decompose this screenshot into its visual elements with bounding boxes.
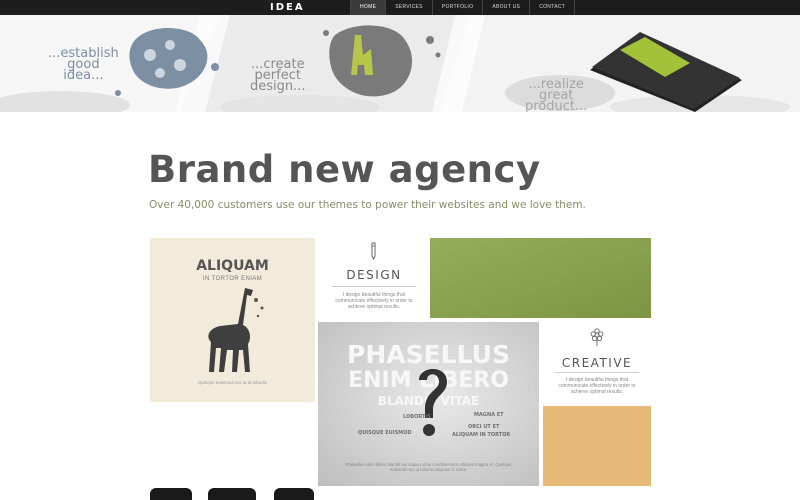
- tile-word-aliquam: ALIQUAM IN TORTOR: [452, 432, 511, 438]
- service-title: DESIGN: [346, 268, 402, 282]
- tile-word-magna: MAGNA ET: [474, 412, 504, 418]
- tile-subtitle: IN TORTOR ENIAM: [202, 276, 263, 282]
- flower-icon: [590, 328, 604, 346]
- hero-slider[interactable]: ...establish good idea... ...create perf…: [0, 15, 800, 112]
- tile-word-lobortis: LOBORTIS: [403, 414, 431, 420]
- slider-slogan-2: ...create perfect design...: [250, 57, 306, 94]
- nav-item-services[interactable]: SERVICES: [386, 0, 433, 15]
- nav-item-about-us[interactable]: ABOUT US: [483, 0, 531, 15]
- service-tile-creative[interactable]: CREATIVE I design beautiful things that …: [543, 323, 651, 405]
- page-subheadline: Over 40,000 customers use our themes to …: [149, 199, 586, 211]
- tile-caption: Phasellus enim libero blandit vel sapien…: [345, 462, 512, 472]
- giraffe-illustration: [208, 288, 264, 372]
- nav-item-home[interactable]: HOME: [351, 0, 387, 15]
- site-logo[interactable]: IDEA: [270, 1, 305, 14]
- service-description: I design beautiful things that communica…: [335, 292, 413, 310]
- portfolio-tile-orange[interactable]: [543, 406, 651, 486]
- service-tile-design[interactable]: DESIGN I design beautiful things that co…: [320, 238, 428, 318]
- tile-word-orci: ORCI UT ET: [468, 424, 500, 430]
- slider-artwork: [0, 15, 800, 112]
- portfolio-tile-green[interactable]: [430, 238, 651, 318]
- tile-title: ALIQUAM: [196, 258, 269, 274]
- pencil-icon: [371, 242, 376, 261]
- page-headline: Brand new agency: [148, 148, 541, 191]
- service-title: CREATIVE: [561, 356, 633, 370]
- nav-item-contact[interactable]: CONTACT: [530, 0, 576, 15]
- divider: [332, 286, 416, 287]
- tile-caption: Quisque euismod orci ut at lobortis: [197, 380, 268, 385]
- tile-word-quisque: QUISQUE EUISMOD: [358, 430, 412, 436]
- main-nav: HOME SERVICES PORTFOLIO ABOUT US CONTACT: [350, 0, 576, 15]
- slider-slogan-3: ...realize great product...: [525, 77, 588, 112]
- divider: [555, 372, 639, 373]
- top-navigation-bar: IDEA HOME SERVICES PORTFOLIO ABOUT US CO…: [0, 0, 800, 15]
- next-section-teaser: [150, 488, 320, 500]
- portfolio-tile-phasellus[interactable]: PHASELLUS ENIM LIBERO BLANDIT VITAE LOBO…: [318, 322, 539, 486]
- question-mark-illustration: [419, 369, 447, 436]
- slider-slogan-1: ...establish good idea...: [48, 46, 119, 83]
- nav-item-portfolio[interactable]: PORTFOLIO: [433, 0, 484, 15]
- portfolio-tile-aliquam[interactable]: ALIQUAM IN TORTOR ENIAM Quisque euismod …: [150, 238, 315, 402]
- service-description: I design beautiful things that communica…: [558, 377, 636, 395]
